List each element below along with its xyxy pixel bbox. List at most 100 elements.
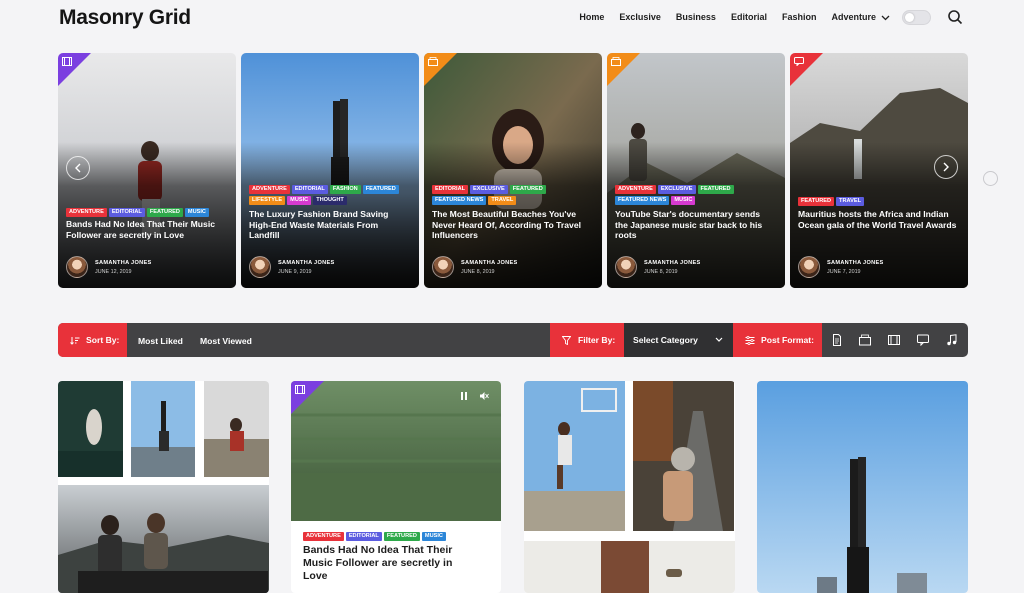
document-icon[interactable] — [831, 334, 843, 346]
featured-slider: Adventure Editorial Featured Music Bands… — [58, 53, 968, 288]
tag-featured-news[interactable]: Featured News — [615, 196, 670, 205]
nav-item-adventure-label: Adventure — [831, 12, 876, 22]
tag-music[interactable]: Music — [184, 208, 209, 217]
image-post[interactable] — [757, 381, 968, 593]
card-tags: Featured Travel — [798, 197, 960, 206]
tag-adventure[interactable]: Adventure — [303, 532, 344, 541]
chevron-right-icon — [943, 162, 949, 172]
slider-card[interactable]: Editorial Exclusive Featured Featured Ne… — [424, 53, 602, 288]
tag-lifestyle[interactable]: Lifestyle — [249, 196, 286, 205]
author-name[interactable]: SAMANTHA JONES — [461, 260, 518, 266]
tag-travel[interactable]: Travel — [836, 197, 865, 206]
gallery-icon — [428, 57, 438, 66]
category-select[interactable]: Select Category — [624, 323, 733, 357]
card-title[interactable]: Bands Had No Idea That Their Music Follo… — [66, 219, 226, 240]
nav-item-exclusive[interactable]: Exclusive — [619, 12, 661, 22]
nav-item-fashion[interactable]: Fashion — [782, 12, 817, 22]
tag-featured-news[interactable]: Featured News — [432, 196, 487, 205]
card-author: SAMANTHA JONES JUNE 12, 2019 — [66, 256, 152, 278]
format-label-text: Post Format: — [761, 335, 814, 345]
tag-editorial[interactable]: Editorial — [345, 532, 382, 541]
tag-featured[interactable]: Featured — [362, 185, 399, 194]
chat-icon[interactable] — [917, 334, 929, 346]
card-tags: Adventure Exclusive Featured Featured Ne… — [615, 185, 777, 205]
gallery-thumb — [131, 381, 195, 477]
post-date: JUNE 12, 2019 — [95, 268, 132, 275]
tag-editorial[interactable]: Editorial — [108, 208, 145, 217]
post-title[interactable]: Bands Had No Idea That Their Music Follo… — [303, 544, 478, 583]
author-name[interactable]: SAMANTHA JONES — [95, 260, 152, 266]
avatar — [615, 256, 637, 278]
tag-exclusive[interactable]: Exclusive — [657, 185, 696, 194]
tag-editorial[interactable]: Editorial — [432, 185, 469, 194]
gallery-post[interactable] — [524, 381, 735, 593]
filter-icon — [562, 335, 571, 345]
gallery-post[interactable] — [58, 381, 269, 593]
site-logo[interactable]: Masonry Grid — [59, 6, 191, 30]
card-title[interactable]: The Luxury Fashion Brand Saving High-End… — [249, 209, 409, 241]
search-icon[interactable] — [947, 9, 963, 25]
sort-most-viewed[interactable]: Most Viewed — [200, 336, 252, 346]
slider-next-button[interactable] — [934, 155, 958, 179]
gallery-large-photo — [524, 541, 735, 593]
video-icon — [62, 57, 72, 66]
slider-card[interactable]: Featured Travel Mauritius hosts the Afri… — [790, 53, 968, 288]
tag-featured[interactable]: Featured — [798, 197, 835, 206]
tag-thought[interactable]: Thought — [313, 196, 347, 205]
slider-card[interactable]: Adventure Editorial Featured Music Bands… — [58, 53, 236, 288]
tag-exclusive[interactable]: Exclusive — [470, 185, 508, 194]
card-title[interactable]: YouTube Star's documentary sends the Jap… — [615, 209, 775, 241]
sort-by-label: Sort By: — [58, 323, 127, 357]
chat-icon — [794, 57, 804, 66]
gallery-thumb — [524, 381, 625, 531]
filter-by-label: Filter By: — [550, 323, 624, 357]
chevron-left-icon — [75, 163, 81, 173]
gallery-large-photo — [58, 485, 269, 593]
nav-item-adventure[interactable]: Adventure — [831, 12, 890, 22]
music-icon[interactable] — [946, 334, 958, 346]
dark-mode-toggle[interactable] — [902, 10, 931, 25]
nav-item-editorial[interactable]: Editorial — [731, 12, 767, 22]
tag-music[interactable]: Music — [287, 196, 312, 205]
sort-label-text: Sort By: — [86, 335, 120, 345]
slider-card[interactable]: Adventure Exclusive Featured Featured Ne… — [607, 53, 785, 288]
post-tags: Adventure Editorial Featured Music — [303, 532, 446, 541]
category-select-value: Select Category — [633, 335, 698, 345]
tag-music[interactable]: Music — [421, 532, 446, 541]
tag-adventure[interactable]: Adventure — [615, 185, 656, 194]
mute-icon[interactable] — [479, 391, 489, 401]
avatar — [798, 256, 820, 278]
filter-label-text: Filter By: — [578, 335, 616, 345]
tag-adventure[interactable]: Adventure — [66, 208, 107, 217]
video-post[interactable]: Adventure Editorial Featured Music Bands… — [291, 381, 501, 593]
card-title[interactable]: The Most Beautiful Beaches You've Never … — [432, 209, 592, 241]
avatar — [249, 256, 271, 278]
tag-adventure[interactable]: Adventure — [249, 185, 290, 194]
tag-featured[interactable]: Featured — [697, 185, 734, 194]
author-name[interactable]: SAMANTHA JONES — [827, 260, 884, 266]
tag-featured[interactable]: Featured — [146, 208, 183, 217]
nav-item-business[interactable]: Business — [676, 12, 716, 22]
tag-fashion[interactable]: Fashion — [329, 185, 361, 194]
tag-music[interactable]: Music — [671, 196, 696, 205]
post-date: JUNE 8, 2019 — [644, 268, 678, 275]
card-author: SAMANTHA JONES JUNE 7, 2019 — [798, 256, 884, 278]
slider-prev-button[interactable] — [66, 156, 90, 180]
tag-featured[interactable]: Featured — [383, 532, 420, 541]
toggle-knob — [905, 13, 914, 22]
tag-featured[interactable]: Featured — [509, 185, 546, 194]
tag-editorial[interactable]: Editorial — [291, 185, 328, 194]
slider-card[interactable]: Adventure Editorial Fashion Featured Lif… — [241, 53, 419, 288]
author-name[interactable]: SAMANTHA JONES — [278, 260, 335, 266]
post-date: JUNE 7, 2019 — [827, 268, 861, 275]
tag-travel[interactable]: Travel — [488, 196, 517, 205]
pause-icon[interactable] — [459, 391, 469, 401]
sort-most-liked[interactable]: Most Liked — [138, 336, 183, 346]
gallery-icon[interactable] — [859, 334, 871, 346]
nav-item-home[interactable]: Home — [579, 12, 604, 22]
gallery-thumb — [633, 381, 734, 531]
video-icon[interactable] — [888, 334, 900, 346]
post-date: JUNE 9, 2019 — [278, 268, 312, 275]
card-title[interactable]: Mauritius hosts the Africa and Indian Oc… — [798, 209, 958, 230]
author-name[interactable]: SAMANTHA JONES — [644, 260, 701, 266]
